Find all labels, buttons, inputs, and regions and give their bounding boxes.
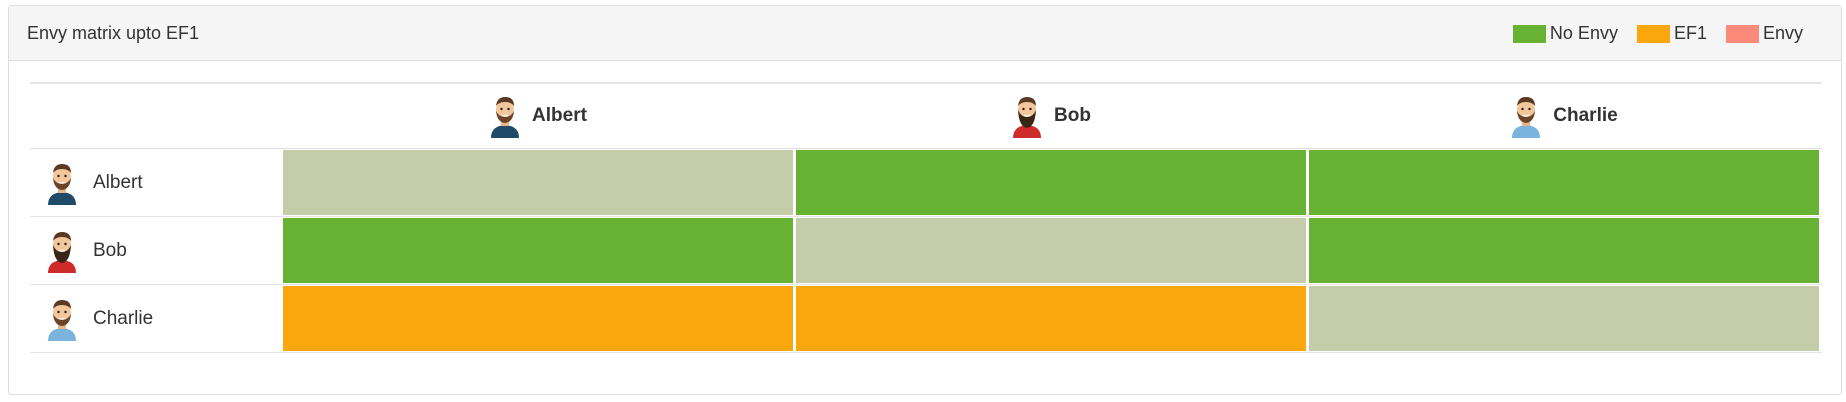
column-header-charlie: Charlie xyxy=(1309,82,1819,148)
legend-swatch-ef1 xyxy=(1636,24,1670,43)
legend-swatch-envy xyxy=(1725,24,1759,43)
legend-item-no-envy: No Envy xyxy=(1512,23,1618,44)
envy-matrix-panel: Envy matrix upto EF1 No Envy EF1 Envy Al… xyxy=(8,5,1842,395)
column-header-albert: Albert xyxy=(283,82,793,148)
column-header-label: Bob xyxy=(1054,105,1091,126)
matrix-row-charlie: Charlie xyxy=(30,285,1822,353)
avatar-charlie-icon xyxy=(46,297,78,341)
avatar-bob-icon xyxy=(1011,94,1043,138)
matrix-row-bob: Bob xyxy=(30,217,1822,285)
legend-label-no-envy: No Envy xyxy=(1549,23,1618,43)
row-header-bob: Bob xyxy=(30,217,280,284)
legend-item-envy: Envy xyxy=(1725,23,1803,44)
row-header-charlie: Charlie xyxy=(30,285,280,352)
matrix-cell-albert-albert xyxy=(283,150,793,215)
envy-matrix-table: Albert Bob Charlie Albert Bob Charlie xyxy=(30,82,1822,353)
matrix-cell-charlie-charlie xyxy=(1309,286,1819,351)
legend-label-envy: Envy xyxy=(1762,23,1803,43)
legend-label-ef1: EF1 xyxy=(1673,23,1707,43)
matrix-row-albert: Albert xyxy=(30,149,1822,217)
column-header-row: Albert Bob Charlie xyxy=(30,82,1822,149)
matrix-cell-bob-albert xyxy=(283,218,793,283)
row-header-label: Charlie xyxy=(93,307,154,329)
row-header-label: Bob xyxy=(93,239,127,261)
avatar-bob-icon xyxy=(46,229,78,273)
matrix-cell-bob-charlie xyxy=(1309,218,1819,283)
matrix-cell-charlie-bob xyxy=(796,286,1306,351)
column-header-label: Charlie xyxy=(1553,105,1618,126)
column-header-label: Albert xyxy=(532,105,587,126)
legend-item-ef1: EF1 xyxy=(1636,23,1707,44)
matrix-cell-charlie-albert xyxy=(283,286,793,351)
corner-cell xyxy=(30,84,280,148)
matrix-cell-bob-bob xyxy=(796,218,1306,283)
legend-swatch-no-envy xyxy=(1512,24,1546,43)
avatar-albert-icon xyxy=(489,94,521,138)
matrix-cell-albert-bob xyxy=(796,150,1306,215)
avatar-charlie-icon xyxy=(1510,94,1542,138)
matrix-cell-albert-charlie xyxy=(1309,150,1819,215)
panel-header: Envy matrix upto EF1 No Envy EF1 Envy xyxy=(9,6,1841,61)
row-header-label: Albert xyxy=(93,171,143,193)
legend: No Envy EF1 Envy xyxy=(1494,6,1803,61)
panel-title: Envy matrix upto EF1 xyxy=(27,23,200,43)
avatar-albert-icon xyxy=(46,161,78,205)
column-header-bob: Bob xyxy=(796,82,1306,148)
row-header-albert: Albert xyxy=(30,149,280,216)
